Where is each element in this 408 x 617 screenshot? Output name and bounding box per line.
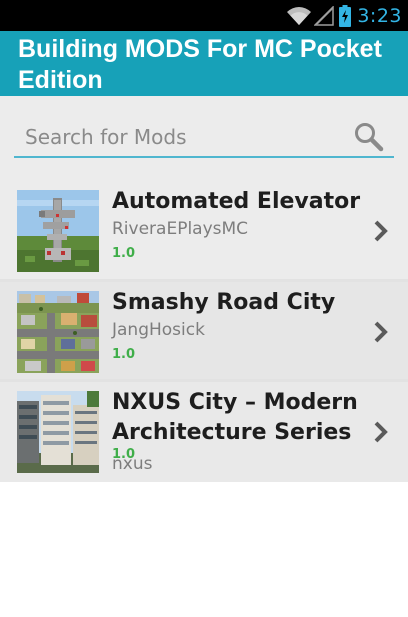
list-item[interactable]: NXUS City – Modern Architecture Series 1… [0,382,408,482]
status-time: 3:23 [357,5,402,27]
mod-version: 1.0 [112,347,136,362]
mod-author: nxus [112,454,153,474]
app-bar: Building MODS For MC Pocket Edition [0,31,408,96]
mod-title: Automated Elevator [112,189,361,214]
battery-charging-icon [339,5,352,27]
list-item[interactable]: Smashy Road City JangHosick 1.0 [0,282,408,382]
mod-thumbnail [17,391,99,473]
mod-thumbnail [17,190,99,272]
chevron-right-icon[interactable] [374,321,388,347]
mod-title: Smashy Road City [112,290,336,315]
mod-author: JangHosick [112,320,205,340]
status-bar: 3:23 [0,0,408,31]
mod-thumbnail [17,291,99,373]
list-item[interactable]: Automated Elevator RiveraEPlaysMC 1.0 [0,181,408,282]
wifi-icon [286,6,312,26]
status-icons: 3:23 [286,4,402,28]
chevron-right-icon[interactable] [374,421,388,447]
search-icon[interactable] [354,122,384,156]
mod-list: Automated Elevator RiveraEPlaysMC 1.0 Sm… [0,181,408,482]
mod-version: 1.0 [112,246,136,261]
chevron-right-icon[interactable] [374,220,388,246]
signal-icon [314,6,335,26]
mod-author: RiveraEPlaysMC [112,219,249,239]
search-area [0,96,408,181]
mod-title: NXUS City – Modern Architecture Series [112,390,358,445]
search-input[interactable] [14,118,394,158]
app-title: Building MODS For MC Pocket Edition [18,35,382,94]
